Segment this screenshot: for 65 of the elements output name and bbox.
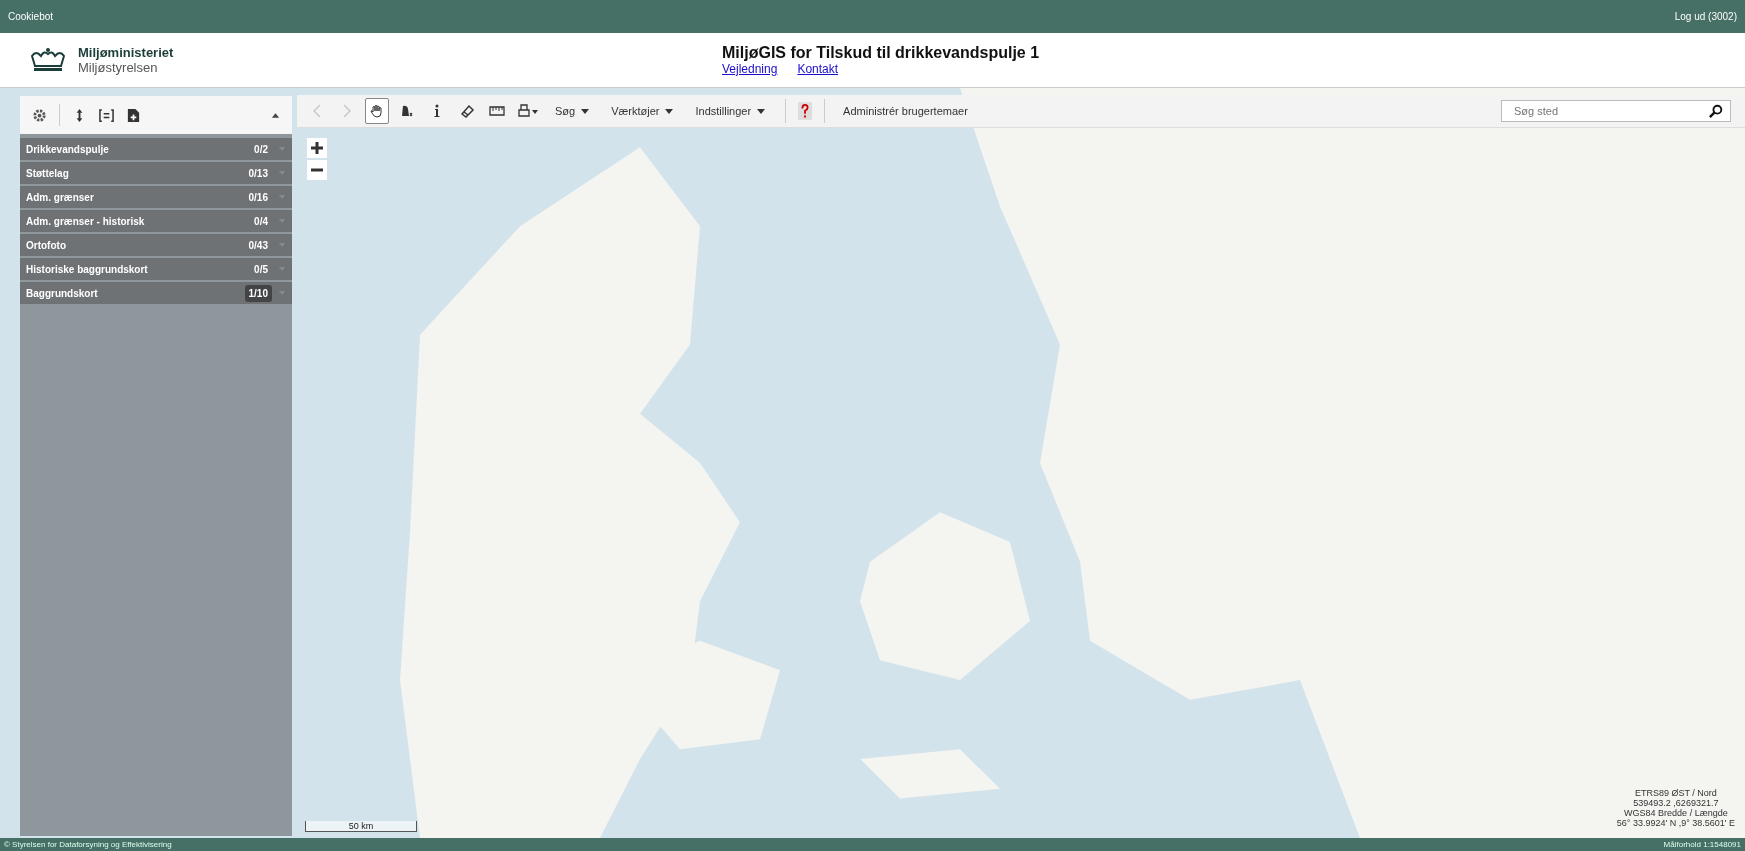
caret-icon [581, 108, 590, 114]
header-link[interactable]: Vejledning [722, 62, 778, 76]
caret-icon [278, 218, 286, 224]
layer-group-row[interactable]: Adm. grænser - historisk 0/4 [20, 210, 292, 232]
scale-bar: 50 km [305, 821, 417, 832]
layer-group-name: Ortofoto [26, 239, 67, 251]
add-document-icon[interactable] [126, 107, 141, 123]
caret-icon [278, 242, 286, 248]
layer-group-row[interactable]: Støttelag 0/13 [20, 162, 292, 184]
caret-icon [665, 108, 674, 114]
caret-icon [278, 290, 286, 296]
map-scale-ratio: Målforhold 1:1548091 [1663, 840, 1741, 849]
layer-group-row[interactable]: Historiske baggrundskort 0/5 [20, 258, 292, 280]
toolbar-menu[interactable]: Søg [547, 105, 598, 117]
coordinate-text: 539493.2 ,6269321.7 [1633, 798, 1719, 808]
layer-group-row[interactable]: Drikkevandspulje 0/2 [20, 138, 292, 160]
printer-icon [516, 103, 540, 119]
layer-group-row[interactable]: Baggrundskort 1/10 [20, 282, 292, 304]
layer-group-name: Adm. grænser [26, 191, 95, 203]
caret-icon [278, 194, 286, 200]
toolbar-menu[interactable]: Værktøjer [603, 105, 682, 117]
header-link[interactable]: Kontakt [797, 62, 839, 76]
layer-group-row[interactable]: Ortofoto 0/43 [20, 234, 292, 256]
page-title: MiljøGIS for Tilskud til drikkevandspulje 1 [722, 44, 1040, 62]
layer-count: 0/2 [253, 142, 269, 157]
crown-logo-icon [28, 46, 68, 74]
layer-group-name: Støttelag [26, 167, 70, 179]
caret-icon [278, 170, 286, 176]
layer-group-row[interactable]: Adm. grænser 0/16 [20, 186, 292, 208]
layer-count: 0/16 [247, 190, 269, 205]
pan-tool-button[interactable] [365, 98, 389, 124]
layer-count: 0/4 [253, 214, 269, 229]
agency-name: Miljøstyrelsen [78, 60, 159, 75]
layer-count: 0/13 [247, 166, 269, 181]
select-icon [399, 103, 415, 119]
search-icon[interactable] [1708, 104, 1723, 119]
collapse-caret-icon[interactable] [271, 112, 280, 118]
caret-icon [278, 266, 286, 272]
collapse-icon[interactable] [99, 107, 114, 123]
search-field[interactable]: Søg sted [1501, 100, 1731, 122]
layer-count: 1/10 [244, 284, 272, 302]
zoom-out-icon[interactable] [307, 160, 327, 180]
coordinate-text: 56° 33.9924' N ,9° 38.5601' E [1616, 818, 1735, 828]
hand-icon [369, 103, 385, 119]
ministry-name: Miljøministeriet [78, 45, 174, 60]
layer-group-name: Drikkevandspulje [26, 143, 110, 155]
copyright-text: © Styrelsen for Dataforsyning og Effektivisering [4, 840, 172, 849]
layer-count: 0/43 [247, 238, 269, 253]
coordinate-text: ETRS89 ØST / Nord [1634, 788, 1717, 798]
layer-count: 0/5 [253, 262, 269, 277]
coordinate-text: WGS84 Bredde / Længde [1624, 808, 1728, 818]
zoom-in-icon[interactable] [307, 138, 327, 158]
gear-icon[interactable] [32, 107, 47, 123]
caret-icon [757, 108, 766, 114]
logout-link[interactable]: Log ud (3002) [1674, 11, 1737, 22]
toolbar-menu[interactable]: Indstillinger [687, 105, 774, 117]
help-icon[interactable] [798, 102, 813, 120]
manage-themes-button[interactable]: Administrér brugertemaer [837, 104, 974, 118]
layer-group-name: Baggrundskort [26, 287, 99, 299]
layer-group-name: Historiske baggrundskort [26, 263, 149, 275]
layer-group-name: Adm. grænser - historisk [26, 215, 146, 227]
ruler-icon [489, 103, 505, 119]
eraser-icon [459, 103, 475, 119]
cookie-link[interactable]: Cookiebot [8, 11, 54, 22]
caret-icon [278, 146, 286, 152]
